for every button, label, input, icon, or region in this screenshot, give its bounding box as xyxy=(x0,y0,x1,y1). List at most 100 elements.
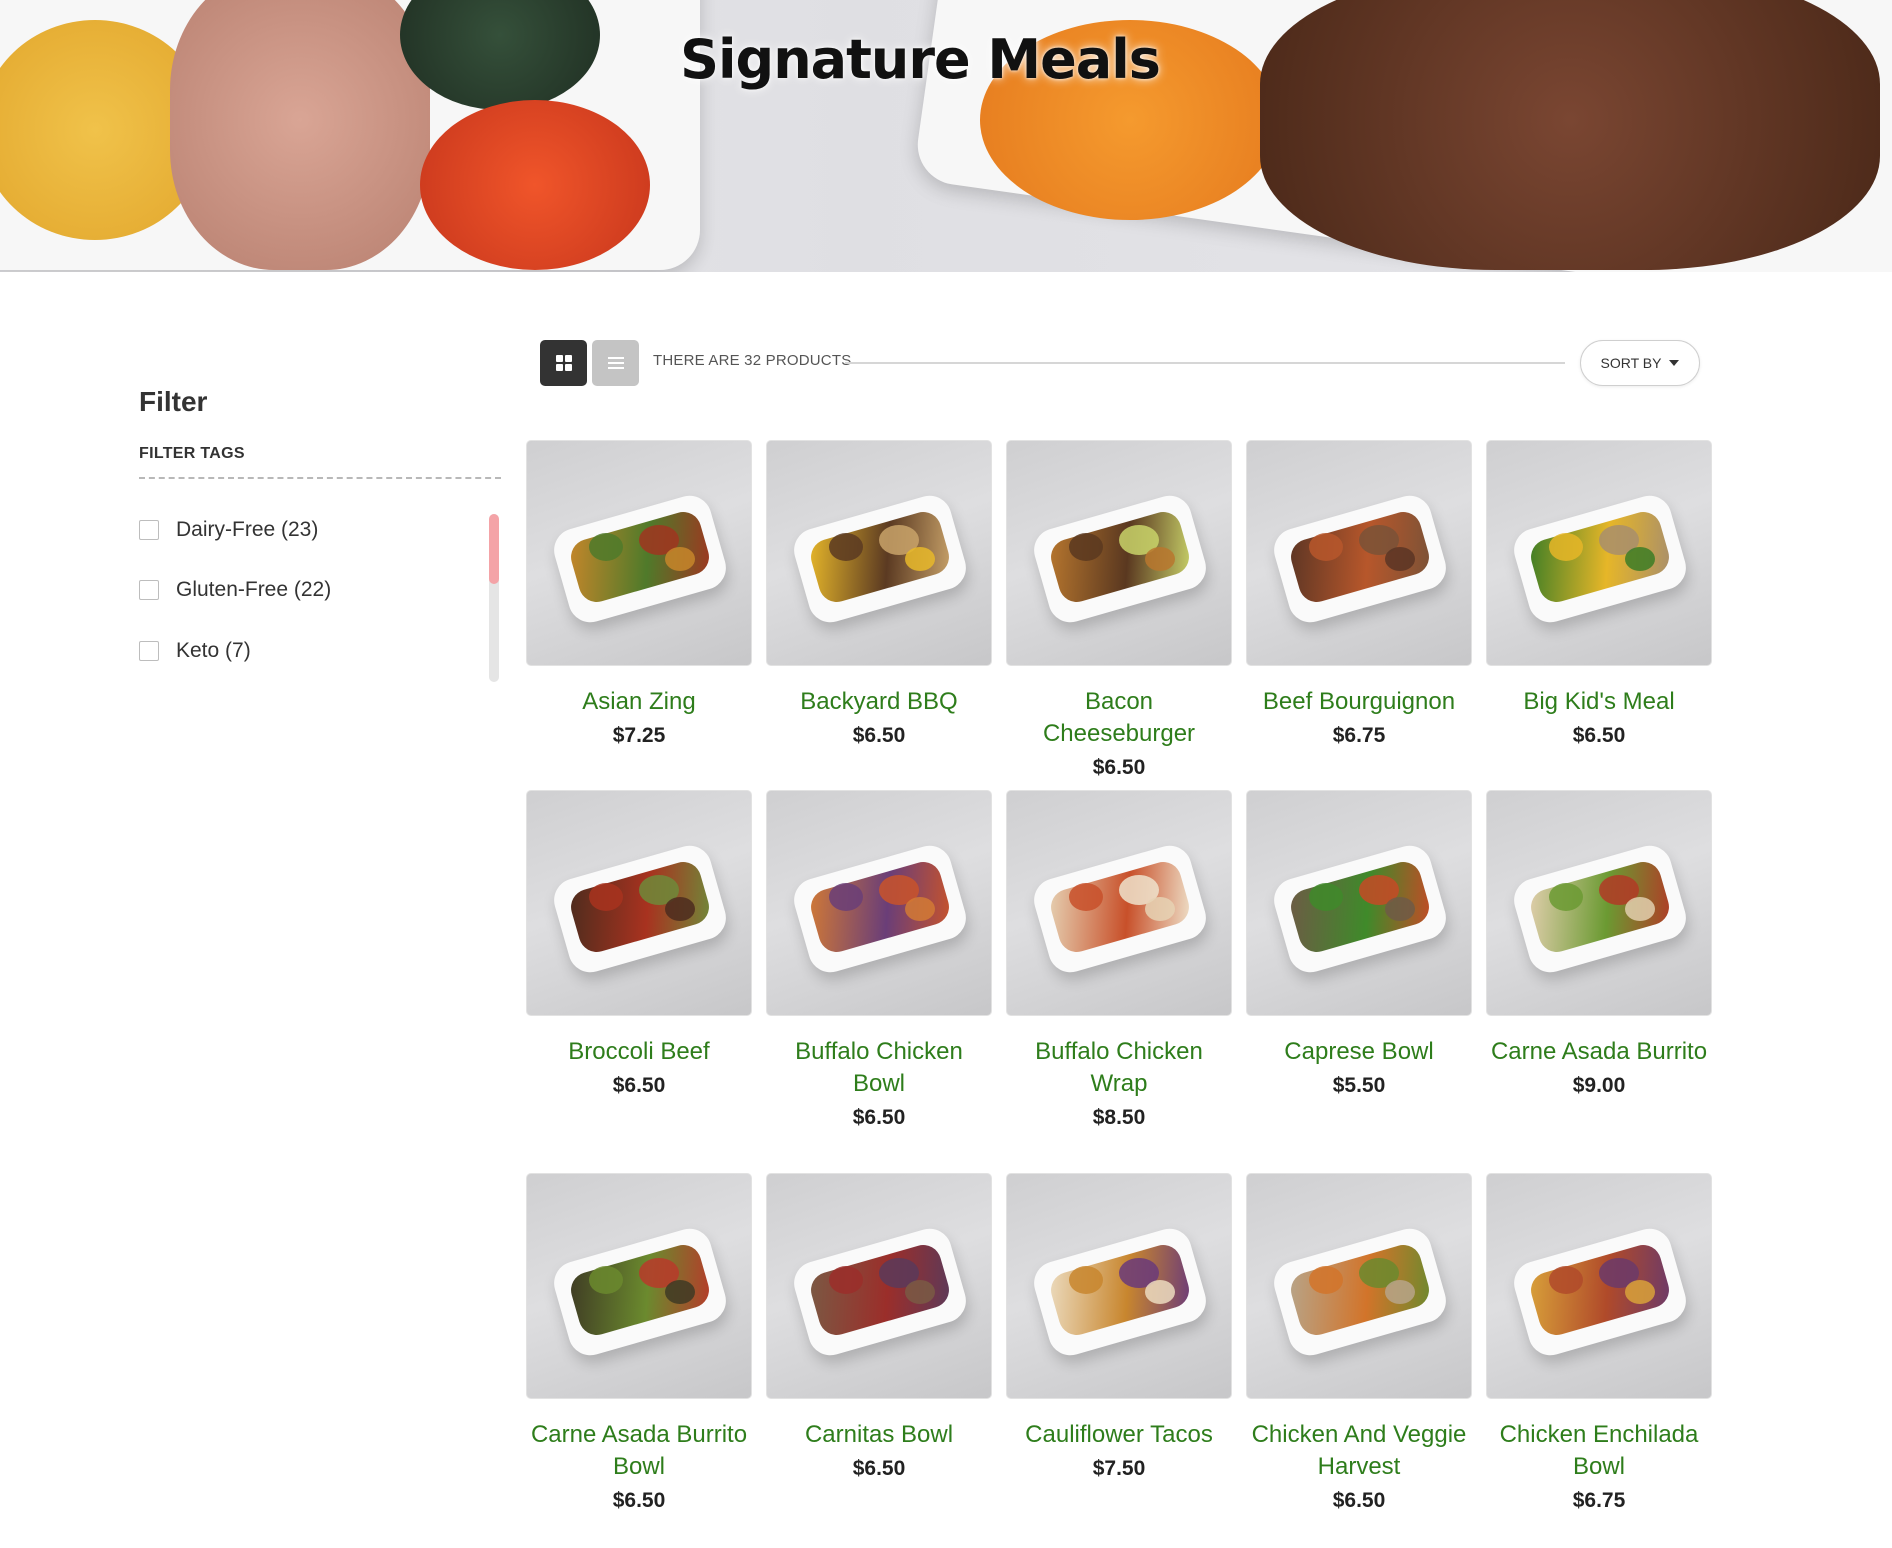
product-image[interactable] xyxy=(526,440,752,666)
product-name[interactable]: Cauliflower Tacos xyxy=(1006,1419,1232,1451)
food-item xyxy=(1549,533,1583,561)
product-card[interactable]: Cauliflower Tacos $7.50 xyxy=(1006,1173,1232,1513)
product-name[interactable]: Carne Asada Burrito Bowl xyxy=(526,1419,752,1483)
product-name[interactable]: Backyard BBQ xyxy=(766,686,992,718)
food-item xyxy=(829,1266,863,1294)
food-item xyxy=(1549,883,1583,911)
product-image[interactable] xyxy=(766,440,992,666)
checkbox[interactable] xyxy=(139,580,159,600)
product-row: Broccoli Beef $6.50 Buffalo Chicken Bowl $… xyxy=(526,790,1716,1173)
product-price: $7.25 xyxy=(612,724,666,747)
product-card[interactable]: Carne Asada Burrito $9.00 xyxy=(1486,790,1712,1173)
product-image[interactable] xyxy=(1246,440,1472,666)
product-name[interactable]: Chicken And Veggie Harvest xyxy=(1246,1419,1472,1483)
food-item xyxy=(665,1280,695,1304)
food-item xyxy=(589,1266,623,1294)
product-image[interactable] xyxy=(526,1173,752,1399)
checkbox[interactable] xyxy=(139,520,159,540)
product-card[interactable]: Carne Asada Burrito Bowl $6.50 xyxy=(526,1173,752,1513)
filter-tags-heading: FILTER TAGS xyxy=(139,445,245,462)
food-item xyxy=(1385,897,1415,921)
product-name[interactable]: Big Kid's Meal xyxy=(1486,686,1712,718)
facet-scrollbar-thumb[interactable] xyxy=(489,514,499,584)
product-card[interactable]: Beef Bourguignon $6.75 xyxy=(1246,440,1472,790)
facet-label: Dairy-Free (23) xyxy=(176,518,319,541)
product-card[interactable]: Asian Zing $7.25 xyxy=(526,440,752,790)
product-card[interactable]: Chicken Enchilada Bowl $6.75 xyxy=(1486,1173,1712,1513)
product-image[interactable] xyxy=(1006,440,1232,666)
product-image[interactable] xyxy=(1246,790,1472,1016)
food-item xyxy=(829,883,863,911)
product-image[interactable] xyxy=(1486,440,1712,666)
product-name[interactable]: Asian Zing xyxy=(526,686,752,718)
food-item xyxy=(1385,1280,1415,1304)
product-price: $7.50 xyxy=(1092,1457,1146,1480)
product-card[interactable]: Chicken And Veggie Harvest $6.50 xyxy=(1246,1173,1472,1513)
product-card[interactable]: Big Kid's Meal $6.50 xyxy=(1486,440,1712,790)
food-item xyxy=(1145,547,1175,571)
sort-by-button[interactable]: SORT BY xyxy=(1580,340,1700,386)
product-price: $6.75 xyxy=(1332,724,1386,747)
product-name[interactable]: Buffalo Chicken Wrap xyxy=(1006,1036,1232,1100)
product-name[interactable]: Beef Bourguignon xyxy=(1246,686,1472,718)
food-item xyxy=(1549,1266,1583,1294)
product-row: Carne Asada Burrito Bowl $6.50 Carnitas B… xyxy=(526,1173,1716,1513)
product-image[interactable] xyxy=(766,1173,992,1399)
food-item xyxy=(1145,1280,1175,1304)
facet-label: Keto (7) xyxy=(176,639,251,662)
product-price: $6.75 xyxy=(1572,1489,1626,1512)
product-card[interactable]: Bacon Cheeseburger $6.50 xyxy=(1006,440,1232,790)
list-view-button[interactable] xyxy=(592,340,639,386)
product-card[interactable]: Broccoli Beef $6.50 xyxy=(526,790,752,1173)
facet-gluten-free[interactable]: Gluten-Free (22) xyxy=(139,578,331,602)
hero-peppers xyxy=(420,100,650,270)
product-price: $6.50 xyxy=(852,1106,906,1129)
product-name[interactable]: Carnitas Bowl xyxy=(766,1419,992,1451)
filter-divider xyxy=(139,477,501,479)
page-title: Signature Meals xyxy=(680,28,1161,91)
product-card[interactable]: Carnitas Bowl $6.50 xyxy=(766,1173,992,1513)
product-name[interactable]: Buffalo Chicken Bowl xyxy=(766,1036,992,1100)
product-card[interactable]: Backyard BBQ $6.50 xyxy=(766,440,992,790)
product-price: $6.50 xyxy=(1572,724,1626,747)
food-item xyxy=(905,1280,935,1304)
product-price: $5.50 xyxy=(1332,1074,1386,1097)
food-item xyxy=(1385,547,1415,571)
food-item xyxy=(905,897,935,921)
product-card[interactable]: Caprese Bowl $5.50 xyxy=(1246,790,1472,1173)
product-card[interactable]: Buffalo Chicken Bowl $6.50 xyxy=(766,790,992,1173)
checkbox[interactable] xyxy=(139,641,159,661)
product-price: $6.50 xyxy=(852,724,906,747)
hero-banner: Signature Meals xyxy=(0,0,1892,272)
facet-keto[interactable]: Keto (7) xyxy=(139,639,251,663)
product-name[interactable]: Broccoli Beef xyxy=(526,1036,752,1068)
sort-by-label: SORT BY xyxy=(1600,355,1662,371)
product-image[interactable] xyxy=(526,790,752,1016)
product-image[interactable] xyxy=(1486,1173,1712,1399)
food-item xyxy=(589,533,623,561)
product-image[interactable] xyxy=(1246,1173,1472,1399)
food-item xyxy=(1625,1280,1655,1304)
food-item xyxy=(1145,897,1175,921)
food-item xyxy=(1309,1266,1343,1294)
food-item xyxy=(829,533,863,561)
facet-dairy-free[interactable]: Dairy-Free (23) xyxy=(139,518,318,542)
food-item xyxy=(1625,897,1655,921)
food-item xyxy=(1069,533,1103,561)
product-image[interactable] xyxy=(1006,790,1232,1016)
product-card[interactable]: Buffalo Chicken Wrap $8.50 xyxy=(1006,790,1232,1173)
list-view-icon xyxy=(607,357,624,369)
food-item xyxy=(665,897,695,921)
product-price: $8.50 xyxy=(1092,1106,1146,1129)
food-item xyxy=(665,547,695,571)
filter-title: Filter xyxy=(139,386,208,417)
grid-view-button[interactable] xyxy=(540,340,587,386)
product-name[interactable]: Carne Asada Burrito xyxy=(1486,1036,1712,1068)
food-item xyxy=(589,883,623,911)
product-name[interactable]: Chicken Enchilada Bowl xyxy=(1486,1419,1712,1483)
product-image[interactable] xyxy=(1486,790,1712,1016)
product-name[interactable]: Bacon Cheeseburger xyxy=(1006,686,1232,750)
product-image[interactable] xyxy=(766,790,992,1016)
product-image[interactable] xyxy=(1006,1173,1232,1399)
product-name[interactable]: Caprese Bowl xyxy=(1246,1036,1472,1068)
